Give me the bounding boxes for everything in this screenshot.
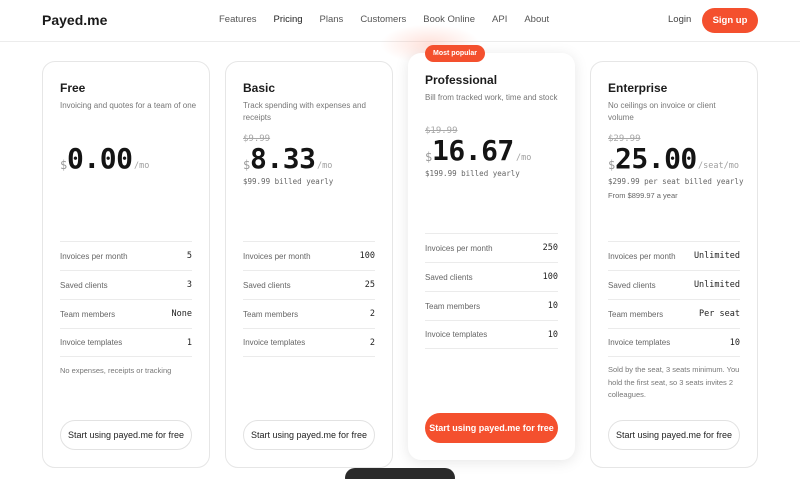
feature-value: 10 [729, 337, 740, 348]
feature-label: Invoice templates [608, 338, 671, 347]
most-popular-badge: Most popular [425, 45, 485, 62]
feature-row: Team members None [60, 299, 192, 328]
billed-yearly: $99.99 billed yearly [243, 177, 334, 186]
start-professional-button[interactable]: Start using payed.me for free [425, 413, 558, 443]
feature-label: Invoices per month [60, 251, 128, 261]
yearly-minimum: From $899.97 a year [608, 191, 678, 200]
plan-description: Invoicing and quotes for a team of one [60, 101, 197, 110]
feature-label: Saved clients [425, 272, 473, 282]
feature-value: 10 [547, 301, 558, 311]
feature-value: 25 [364, 280, 375, 290]
plan-price: 0.00 [67, 142, 133, 175]
nav-pricing[interactable]: Pricing [274, 14, 303, 25]
feature-label: Saved clients [608, 280, 656, 290]
nav-features[interactable]: Features [219, 14, 257, 25]
feature-row: Saved clients Unlimited [608, 270, 740, 299]
feature-row: Invoice templates 1 [60, 328, 192, 357]
feature-row: Invoices per month Unlimited [608, 241, 740, 270]
feature-row: Invoices per month 100 [243, 241, 375, 270]
price-period: /mo [516, 153, 532, 163]
plan-price: 16.67 [432, 134, 514, 167]
feature-label: Invoice templates [60, 338, 123, 347]
feature-value: 2 [369, 337, 375, 348]
feature-label: Team members [608, 309, 664, 319]
feature-value: 3 [186, 280, 192, 290]
plan-description: Track spending with expenses and receipt… [243, 101, 366, 122]
feature-label: Saved clients [60, 280, 108, 290]
feature-row: Team members Per seat [608, 299, 740, 328]
billed-yearly: $199.99 billed yearly [425, 169, 520, 178]
floating-toolbar[interactable] [345, 468, 455, 479]
feature-row: Invoice templates 2 [243, 328, 375, 357]
feature-label: Invoice templates [425, 330, 488, 339]
feature-label: Saved clients [243, 280, 291, 290]
plan-price: 25.00 [615, 142, 697, 175]
feature-row: Saved clients 100 [425, 262, 558, 291]
feature-label: Invoices per month [243, 251, 311, 261]
start-free-button[interactable]: Start using payed.me for free [60, 420, 192, 450]
feature-label: Invoices per month [425, 243, 493, 253]
nav-about[interactable]: About [524, 14, 549, 25]
feature-row: Saved clients 25 [243, 270, 375, 299]
feature-value: Unlimited [693, 251, 740, 261]
start-enterprise-button[interactable]: Start using payed.me for free [608, 420, 740, 450]
feature-row: Saved clients 3 [60, 270, 192, 299]
feature-row: Invoice templates 10 [608, 328, 740, 357]
feature-value: 100 [359, 251, 375, 261]
price-period: /seat/mo [698, 161, 739, 171]
plan-description: No ceilings on invoice or client volume [608, 101, 716, 122]
login-link[interactable]: Login [668, 14, 691, 25]
feature-label: Team members [425, 301, 481, 311]
plan-name: Free [60, 81, 86, 95]
plan-footnote: Sold by the seat, 3 seats minimum. You h… [608, 365, 740, 399]
start-basic-button[interactable]: Start using payed.me for free [243, 420, 375, 450]
plan-description: Bill from tracked work, time and stock [425, 93, 558, 102]
feature-value: 100 [542, 272, 558, 282]
feature-value: 250 [542, 243, 558, 253]
feature-value: 1 [186, 337, 192, 348]
price-period: /mo [134, 161, 150, 171]
feature-value: Per seat [699, 309, 740, 319]
feature-label: Invoices per month [608, 251, 676, 261]
billed-yearly: $299.99 per seat billed yearly [608, 177, 744, 186]
feature-row: Invoices per month 250 [425, 233, 558, 262]
feature-row: Team members 10 [425, 291, 558, 320]
feature-label: Invoice templates [243, 338, 306, 347]
plan-price: 8.33 [250, 142, 316, 175]
feature-label: Team members [243, 309, 299, 319]
feature-row: Invoices per month 5 [60, 241, 192, 270]
plan-name: Basic [243, 81, 276, 95]
feature-row: Team members 2 [243, 299, 375, 328]
feature-value: Unlimited [693, 280, 740, 290]
feature-value: 5 [186, 251, 192, 261]
plan-name: Enterprise [608, 81, 668, 95]
feature-value: 10 [547, 329, 558, 340]
feature-label: Team members [60, 309, 116, 319]
price-period: /mo [317, 161, 333, 171]
nav-plans[interactable]: Plans [320, 14, 344, 25]
plan-name: Professional [425, 73, 498, 87]
plan-footnote: No expenses, receipts or tracking [60, 366, 172, 375]
feature-row: Invoice templates 10 [425, 320, 558, 349]
signup-button[interactable]: Sign up [702, 8, 758, 33]
logo[interactable]: Payed.me [42, 12, 107, 28]
feature-value: None [171, 309, 192, 319]
nav-api[interactable]: API [492, 14, 507, 25]
feature-value: 2 [369, 309, 375, 319]
